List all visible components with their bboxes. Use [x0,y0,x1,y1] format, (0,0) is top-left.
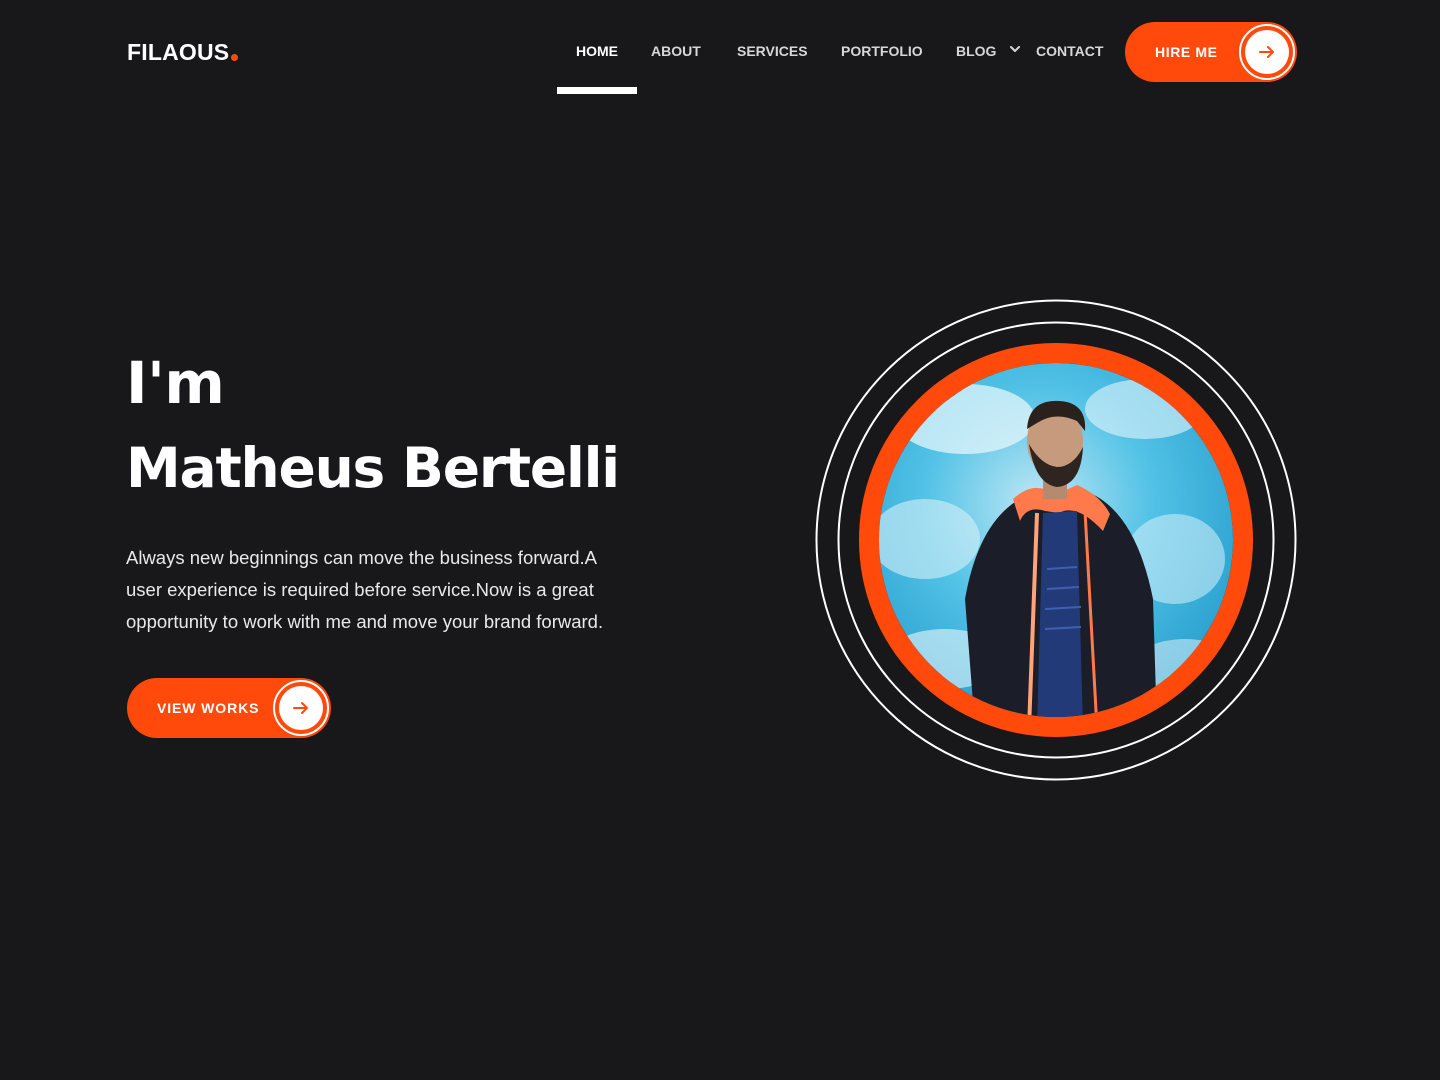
hire-me-arrow-inner [1245,30,1289,74]
hire-me-arrow-circle [1239,24,1295,80]
logo-dot [231,54,239,61]
hero-name: Matheus Bertelli [126,436,620,500]
logo[interactable]: FILAOUS [127,38,239,66]
main-nav: HOME ABOUT SERVICES PORTFOLIO BLOG CONTA… [557,0,1116,100]
hire-me-button[interactable]: HIRE ME [1125,22,1297,82]
view-works-arrow-circle [273,680,329,736]
nav-item-blog[interactable]: BLOG [956,0,1036,100]
nav-label-home: HOME [576,43,618,59]
hire-me-label: HIRE ME [1155,44,1218,60]
nav-item-contact[interactable]: CONTACT [1036,0,1116,100]
nav-label-blog: BLOG [956,43,997,59]
nav-label-portfolio: PORTFOLIO [841,43,923,59]
chevron-down-icon[interactable] [1008,42,1022,56]
nav-label-about: ABOUT [651,43,701,59]
hero-description: Always new beginnings can move the busin… [126,547,604,632]
profile-portrait [815,299,1297,781]
nav-label-contact: CONTACT [1036,43,1104,59]
view-works-label: VIEW WORKS [157,700,260,716]
arrow-right-icon [293,702,308,714]
arrow-right-icon [1259,46,1274,58]
nav-label-services: SERVICES [737,43,808,59]
view-works-button[interactable]: VIEW WORKS [127,678,331,738]
page: FILAOUS HOME ABOUT SERVICES PORTFOLIO BL… [0,0,1440,1080]
nav-item-portfolio[interactable]: PORTFOLIO [841,0,956,100]
logo-text: FILAOUS [127,39,230,65]
nav-item-services[interactable]: SERVICES [737,0,841,100]
hero-intro: I'm [126,349,225,417]
nav-item-about[interactable]: ABOUT [637,0,737,100]
nav-item-home[interactable]: HOME [557,0,637,100]
view-works-arrow-inner [279,686,323,730]
